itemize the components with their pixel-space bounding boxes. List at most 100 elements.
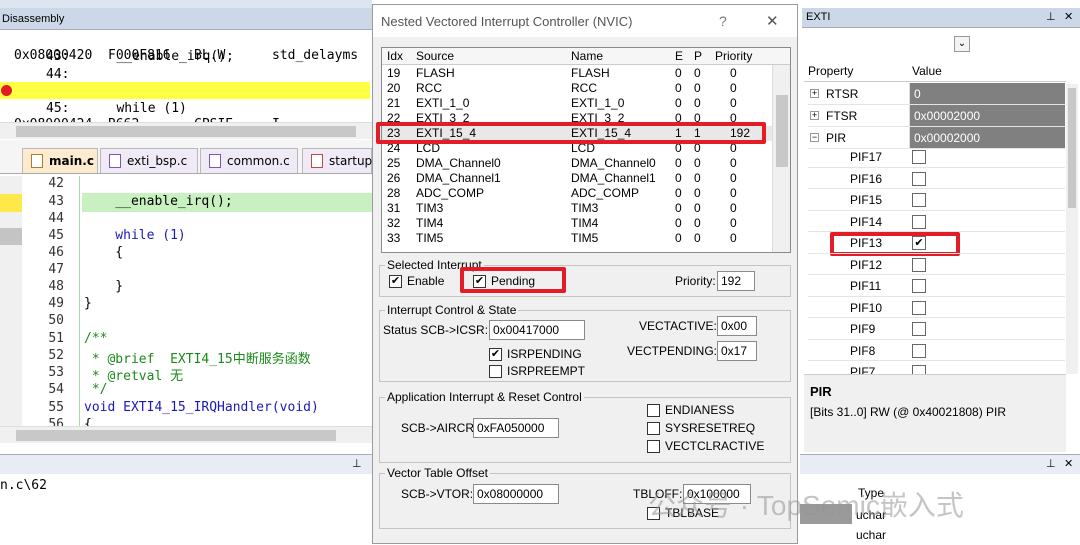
col-p[interactable]: P bbox=[694, 49, 702, 63]
table-scrollbar[interactable] bbox=[772, 65, 790, 252]
close-icon[interactable]: ✕ bbox=[766, 12, 779, 30]
tab-main-c[interactable]: main.c bbox=[22, 148, 98, 173]
table-row[interactable]: 33 TIM5 TIM5 0 0 0 bbox=[382, 231, 772, 246]
table-cell: 0 bbox=[675, 216, 682, 230]
table-row[interactable]: 19 FLASH FLASH 0 0 0 bbox=[382, 66, 772, 81]
code-line: } bbox=[84, 296, 92, 311]
table-cell: 0 bbox=[694, 201, 701, 215]
bit-row[interactable]: PIF9 bbox=[808, 318, 1065, 340]
editor-margin-line bbox=[79, 176, 80, 426]
disassembly-body[interactable]: 0x08000420 F000F816 BL.W std_delayms 43: __… bbox=[0, 30, 372, 132]
bit-row[interactable]: PIF14 bbox=[808, 211, 1065, 232]
bit-checkbox[interactable] bbox=[912, 150, 926, 164]
bit-checkbox[interactable]: ✔ bbox=[912, 236, 926, 250]
bit-checkbox[interactable] bbox=[912, 300, 926, 315]
isrpending-checkbox[interactable]: ✔ bbox=[489, 348, 502, 361]
pin-icon[interactable]: ⊥ bbox=[352, 457, 362, 470]
table-cell: 0 bbox=[675, 171, 682, 185]
register-row[interactable]: + FTSR 0x00002000 bbox=[808, 105, 1065, 127]
bit-row[interactable]: PIF11 bbox=[808, 275, 1065, 297]
tab-startup[interactable]: startup bbox=[302, 148, 372, 173]
editor-scrollbar[interactable] bbox=[0, 426, 372, 443]
table-cell: 0 bbox=[694, 96, 701, 110]
bit-checkbox[interactable] bbox=[912, 214, 926, 229]
col-name[interactable]: Name bbox=[571, 49, 603, 63]
vectactive-label: VECTACTIVE: bbox=[639, 319, 717, 333]
expand-icon[interactable]: − bbox=[810, 133, 819, 142]
table-row[interactable]: 28 ADC_COMP ADC_COMP 0 0 0 bbox=[382, 186, 772, 201]
priority-field[interactable]: 192 bbox=[717, 271, 755, 291]
tab-common-c[interactable]: common.c bbox=[200, 148, 298, 173]
bit-checkbox[interactable] bbox=[912, 257, 926, 272]
bit-row[interactable]: PIF12 bbox=[808, 254, 1065, 275]
table-cell: FLASH bbox=[571, 66, 610, 80]
table-row[interactable]: 20 RCC RCC 0 0 0 bbox=[382, 81, 772, 96]
disasm-src-line: 43: __enable_irq(); bbox=[46, 49, 234, 64]
col-source[interactable]: Source bbox=[416, 49, 454, 63]
bit-row[interactable]: PIF16 bbox=[808, 168, 1065, 189]
endianess-checkbox[interactable] bbox=[647, 404, 660, 417]
pin-icon[interactable]: ⊥ bbox=[1046, 10, 1056, 23]
disassembly-scrollbar[interactable] bbox=[0, 122, 372, 139]
bit-checkbox[interactable] bbox=[912, 171, 926, 186]
table-row[interactable]: 26 DMA_Channel1 DMA_Channel1 0 0 0 bbox=[382, 171, 772, 186]
exti-title: EXTI bbox=[806, 11, 831, 23]
code-line: { bbox=[84, 245, 124, 260]
dropdown-chevron-icon[interactable]: ⌄ bbox=[954, 36, 970, 52]
vectclractive-checkbox[interactable] bbox=[647, 440, 660, 453]
table-row[interactable]: 32 TIM4 TIM4 0 0 0 bbox=[382, 216, 772, 231]
line-number: 53 bbox=[48, 365, 64, 380]
table-cell: 0 bbox=[730, 96, 737, 110]
property-scrollbar[interactable] bbox=[1066, 84, 1078, 374]
tab-exti-bsp-c[interactable]: exti_bsp.c bbox=[100, 148, 198, 173]
col-priority[interactable]: Priority bbox=[715, 49, 752, 63]
code-line: { bbox=[84, 417, 92, 426]
table-row[interactable]: 21 EXTI_1_0 EXTI_1_0 0 0 0 bbox=[382, 96, 772, 111]
enable-checkbox[interactable]: ✔ bbox=[389, 275, 402, 288]
help-icon[interactable]: ? bbox=[719, 13, 727, 29]
vectactive-field[interactable]: 0x00 bbox=[717, 316, 757, 336]
line-number: 50 bbox=[48, 313, 64, 328]
bit-row[interactable]: PIF15 bbox=[808, 189, 1065, 211]
expand-icon[interactable]: + bbox=[810, 111, 819, 120]
pin-icon[interactable]: ⊥ bbox=[1046, 457, 1056, 470]
enable-label: Enable bbox=[407, 274, 445, 288]
line-number: 55 bbox=[48, 400, 64, 415]
bit-row[interactable]: PIF17 bbox=[808, 146, 1065, 168]
vectpending-field[interactable]: 0x17 bbox=[717, 341, 757, 361]
disasm-src-line: 44: bbox=[46, 67, 70, 82]
bit-row[interactable]: PIF10 bbox=[808, 297, 1065, 318]
vtor-field[interactable]: 0x08000000 bbox=[473, 484, 559, 504]
bit-row[interactable]: PIF8 bbox=[808, 340, 1065, 361]
interrupt-table[interactable]: Idx Source Name E P Priority 19 FLASH FLAS… bbox=[381, 47, 791, 253]
col-e[interactable]: E bbox=[675, 49, 683, 63]
table-cell: TIM5 bbox=[571, 231, 599, 245]
close-icon[interactable]: ✕ bbox=[1064, 457, 1073, 470]
table-row[interactable]: 25 DMA_Channel0 DMA_Channel0 0 0 0 bbox=[382, 156, 772, 171]
bit-checkbox[interactable] bbox=[912, 193, 926, 207]
bit-name: PIF14 bbox=[850, 214, 883, 229]
table-cell: 0 bbox=[730, 216, 737, 230]
line-number: 54 bbox=[48, 382, 64, 397]
bit-row[interactable]: PIF13 ✔ bbox=[808, 232, 1065, 254]
register-name: RTSR bbox=[826, 87, 859, 101]
expand-icon[interactable]: + bbox=[810, 89, 819, 98]
line-number: 46 bbox=[48, 245, 64, 260]
file-icon bbox=[31, 154, 43, 168]
bit-checkbox[interactable] bbox=[912, 279, 926, 293]
icsr-field[interactable]: 0x00417000 bbox=[489, 320, 585, 340]
line-number: 45 bbox=[48, 228, 64, 243]
isrpreempt-checkbox[interactable] bbox=[489, 365, 502, 378]
register-value: 0x00002000 bbox=[909, 127, 1065, 148]
close-icon[interactable]: ✕ bbox=[1064, 10, 1073, 23]
exti-title-bar: EXTI ⊥ ✕ bbox=[802, 8, 1080, 28]
code-editor[interactable]: 42 43 44 45 46 47 48 49 50 51 52 53 54 5… bbox=[0, 176, 372, 426]
col-idx[interactable]: Idx bbox=[387, 49, 403, 63]
sysresetreq-checkbox[interactable] bbox=[647, 422, 660, 435]
register-row[interactable]: + RTSR 0 bbox=[808, 83, 1065, 105]
table-row[interactable]: 31 TIM3 TIM3 0 0 0 bbox=[382, 201, 772, 216]
aircr-field[interactable]: 0xFA050000 bbox=[473, 418, 559, 438]
bit-checkbox[interactable] bbox=[912, 343, 926, 358]
file-icon bbox=[311, 154, 323, 168]
bit-checkbox[interactable] bbox=[912, 322, 926, 336]
